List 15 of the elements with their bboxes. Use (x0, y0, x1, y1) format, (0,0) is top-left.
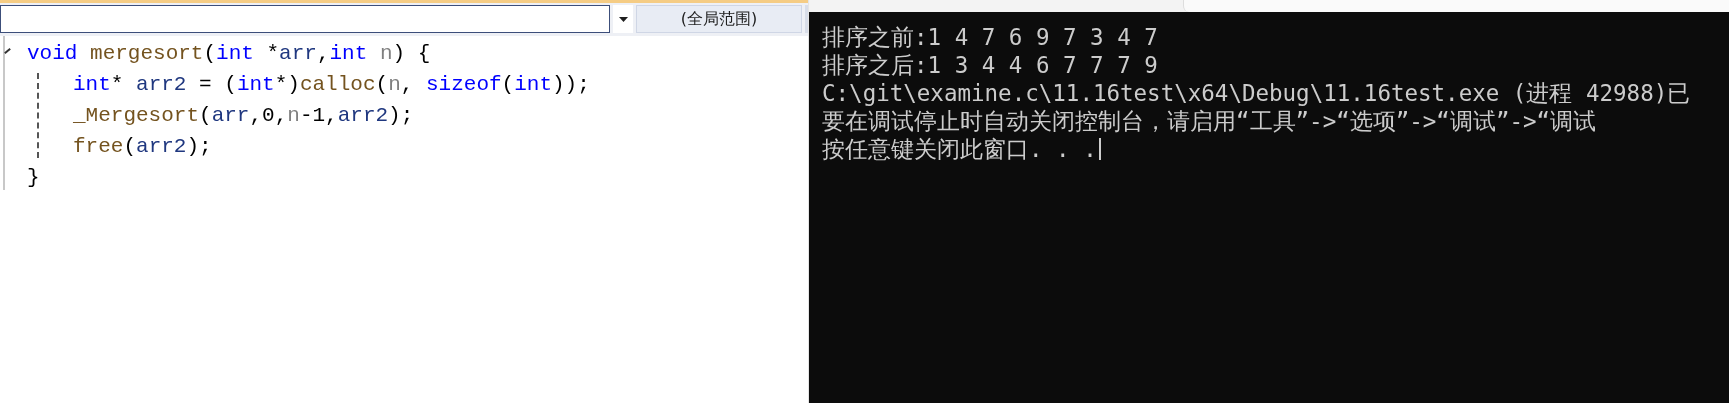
dropdown-button[interactable] (613, 5, 633, 33)
member-dropdown[interactable] (0, 5, 610, 33)
console-output: 按任意键关闭此窗口. . . (822, 134, 1097, 164)
console-output: 排序之前:1 4 7 6 9 7 3 4 7 (822, 22, 1158, 52)
scope-dropdown[interactable]: (全局范围) (636, 5, 802, 33)
code-line: _Mergesort(arr,0,n-1,arr2); (73, 104, 414, 127)
code-line: } (27, 166, 40, 189)
code-line: int* arr2 = (int*)calloc(n, sizeof(int)); (73, 73, 590, 96)
collapse-icon[interactable] (4, 48, 11, 54)
console-output: 排序之后:1 3 4 4 6 7 7 7 9 (822, 50, 1158, 80)
code-line: free(arr2); (73, 135, 212, 158)
caret-icon (618, 16, 628, 22)
code-line: void mergesort(int *arr,int n) { (27, 42, 431, 65)
console-output: C:\git\examine.c\11.16test\x64\Debug\11.16test.exe (进程 42988)已 (822, 78, 1691, 108)
console-output: 要在调试停止时自动关闭控制台，请启用“工具”->“选项”->“调试”->“调试 (822, 106, 1597, 136)
